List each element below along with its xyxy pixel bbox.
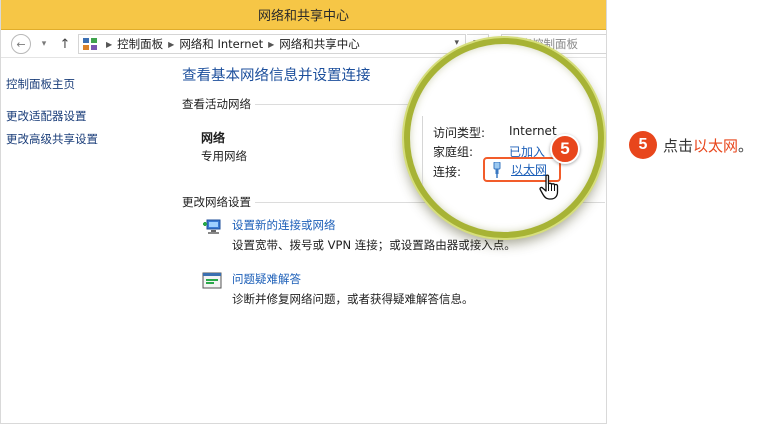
breadcrumb-item-sharing-center[interactable]: 网络和共享中心 [279,36,360,52]
breadcrumb-separator: ▶ [106,39,113,49]
troubleshoot-link[interactable]: 问题疑难解答 [232,271,301,287]
access-type-label: 访问类型: [433,126,486,140]
network-name: 网络 [201,131,226,145]
active-networks-heading: 查看活动网络 [182,97,251,111]
magnifier-lens: 访问类型: Internet 家庭组: 已加入 连接: 以太网 5 [404,38,604,238]
up-button[interactable]: ↑ [57,35,73,53]
up-arrow-icon: ↑ [59,36,71,52]
homegroup-label: 家庭组: [433,145,474,159]
network-sharing-center-window: 网络和共享中心 ← ▾ ↑ ▶ 控制面板 ▶ 网络和 Internet ▶ 网络… [0,0,607,424]
troubleshoot-description: 诊断并修复网络问题，或者获得疑难解答信息。 [232,292,474,306]
hand-cursor-icon [539,174,559,200]
recent-locations-button[interactable]: ▾ [38,35,50,53]
breadcrumb-item-network-internet[interactable]: 网络和 Internet [179,36,263,52]
network-connection-icon [203,219,221,234]
breadcrumb-item-control-panel[interactable]: 控制面板 [117,36,163,52]
instruction-prefix: 点击 [663,136,694,155]
breadcrumb[interactable]: ▶ 控制面板 ▶ 网络和 Internet ▶ 网络和共享中心 ▾ [78,34,466,54]
sidebar-item-change-adapter-settings[interactable]: 更改适配器设置 [6,108,87,124]
back-arrow-icon: ← [16,37,26,51]
step-instruction: 5 点击 以太网 。 [629,131,753,159]
page-title: 查看基本网络信息并设置连接 [182,68,371,84]
connection-label: 连接: [433,165,462,179]
network-type: 专用网络 [201,149,247,163]
section-divider [255,104,415,105]
back-button[interactable]: ← [11,34,31,54]
change-settings-heading: 更改网络设置 [182,195,251,209]
setup-connection-link[interactable]: 设置新的连接或网络 [232,217,336,233]
step-number-badge: 5 [550,134,580,164]
breadcrumb-separator: ▶ [168,39,175,49]
troubleshoot-icon [202,272,222,289]
instruction-highlight: 以太网 [693,136,739,155]
instruction-suffix: 。 [738,136,754,155]
access-type-value: Internet [509,124,557,138]
setup-connection-description: 设置宽带、拨号或 VPN 连接；或设置路由器或接入点。 [232,238,516,252]
window-title: 网络和共享中心 [257,9,349,24]
chevron-down-icon: ▾ [41,39,47,49]
sidebar-item-control-panel-home[interactable]: 控制面板主页 [6,76,75,92]
magnified-divider [422,116,423,206]
control-panel-icon [83,38,97,50]
ethernet-plug-icon [493,161,501,178]
magnified-content: 访问类型: Internet 家庭组: 已加入 连接: 以太网 5 [410,44,598,232]
title-bar: 网络和共享中心 [1,0,606,30]
sidebar-item-change-advanced-sharing[interactable]: 更改高级共享设置 [6,131,98,147]
instruction-step-badge: 5 [629,131,657,159]
breadcrumb-separator: ▶ [268,39,275,49]
